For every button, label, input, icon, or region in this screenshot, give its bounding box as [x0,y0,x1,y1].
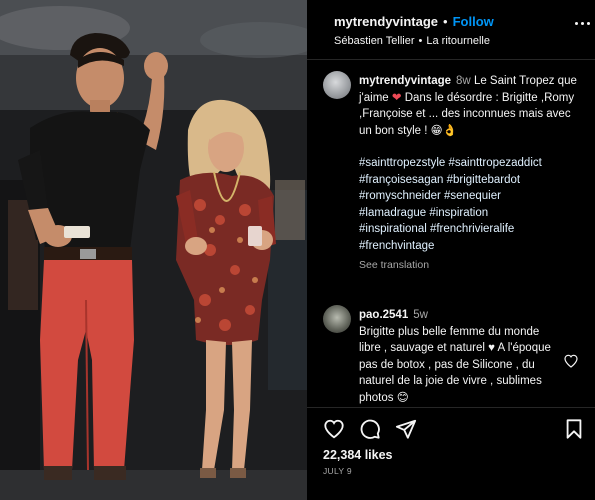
comments-scroll-area[interactable]: mytrendyvintage 8w Le Saint Tropez que j'… [307,61,595,407]
post-caption: mytrendyvintage 8w Le Saint Tropez que j'… [359,73,581,274]
hashtag-line[interactable]: #frenchvintage [359,238,581,255]
post-header-row: mytrendyvintage • Follow [334,14,494,29]
caption-time[interactable]: 8w [456,75,471,87]
post-photo[interactable] [0,0,307,500]
audio-separator: • [418,35,423,47]
header-dot-separator: • [443,14,448,29]
vintage-photo-illustration [0,0,307,500]
hashtag-line[interactable]: #lamadrague #inspiration [359,205,581,222]
post-side-panel: mytrendyvintage • Follow Sébastien Telli… [307,0,595,500]
commenter-avatar[interactable] [323,305,351,333]
hashtag-line[interactable]: #sainttropezstyle #sainttropezaddict [359,155,581,172]
caption-author-avatar[interactable] [323,71,351,99]
heart-emoji: ❤ [391,91,402,104]
commenter-username[interactable]: pao.2541 [359,309,408,321]
post-date[interactable]: JULY 9 [323,466,352,476]
likes-count[interactable]: 22,384 likes [323,448,393,462]
post-author-username[interactable]: mytrendyvintage [334,14,438,29]
audio-artist[interactable]: Sébastien Tellier [334,35,415,47]
hashtag-line[interactable]: #françoisesagan #brigittebardot [359,172,581,189]
caption-author-username[interactable]: mytrendyvintage [359,75,451,87]
comment-like-heart-icon[interactable] [563,353,579,369]
comment-time[interactable]: 5w [413,309,428,321]
hashtag-line[interactable]: #romyschneider #senequier [359,188,581,205]
see-translation-link[interactable]: See translation [359,257,581,274]
comment: pao.2541 5w Brigitte plus belle femme du … [359,307,555,406]
post-actions-bar: 22,384 likes JULY 9 [307,407,595,500]
caption-hashtags: #sainttropezstyle #sainttropezaddict #fr… [359,155,581,254]
post-header: mytrendyvintage • Follow Sébastien Telli… [307,0,595,60]
hashtag-line[interactable]: #inspirational #frenchrivieralife [359,221,581,238]
more-horizontal-icon[interactable] [575,22,590,25]
follow-button[interactable]: Follow [453,14,494,29]
audio-title[interactable]: La ritournelle [426,35,490,47]
caption-text: mytrendyvintage 8w Le Saint Tropez que j'… [359,73,581,139]
comment-text: Brigitte plus belle femme du monde libre… [359,325,551,404]
bookmark-icon[interactable] [563,418,585,440]
share-icon[interactable] [395,418,417,440]
comment-icon[interactable] [359,418,381,440]
heart-icon[interactable] [323,418,345,440]
audio-attribution[interactable]: Sébastien Tellier • La ritournelle [334,35,490,47]
